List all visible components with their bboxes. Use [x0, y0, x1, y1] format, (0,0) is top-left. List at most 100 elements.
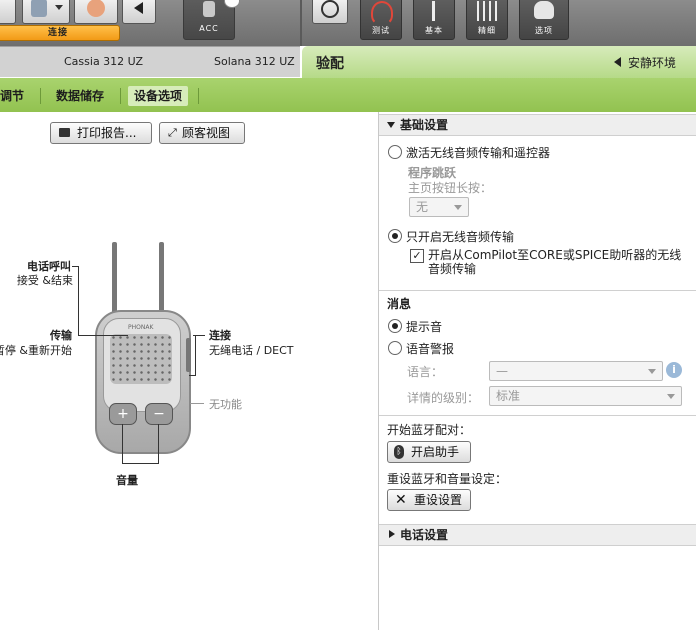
- callout-line: [195, 335, 196, 375]
- volume-label: 音量: [116, 474, 138, 487]
- mute-button[interactable]: [122, 0, 156, 24]
- bluetooth-icon: ᛒ: [394, 445, 404, 459]
- home-button-select[interactable]: 无: [409, 197, 469, 217]
- ear-mold-icon: [87, 0, 105, 17]
- phone-settings-title: 电话设置: [400, 528, 449, 542]
- left-device-name: Cassia 312 UZ: [64, 55, 144, 68]
- reset-settings-label: 重设设置: [414, 493, 463, 507]
- partial-toolbar-button[interactable]: [0, 0, 16, 24]
- divider: [379, 290, 696, 291]
- start-assistant-button[interactable]: ᛒ 开启助手: [387, 441, 471, 463]
- tab-divider: [198, 88, 199, 104]
- toolbar-divider: [300, 0, 302, 46]
- close-x-icon: ✕: [395, 492, 407, 508]
- info-icon[interactable]: i: [666, 362, 682, 378]
- speaker-icon: [614, 57, 621, 67]
- callout-line: [72, 266, 79, 267]
- activate-wireless-label: 激活无线音频传输和遥控器: [406, 146, 551, 160]
- tab-fine[interactable]: 精细: [466, 0, 508, 40]
- connect-title: 连接: [209, 329, 231, 342]
- tab-test-label: 测试: [372, 26, 390, 35]
- customer-view-button[interactable]: ⤢ 顾客视图: [159, 122, 245, 144]
- detail-level-value: 标准: [496, 389, 521, 403]
- tab-data-storage[interactable]: 数据储存: [56, 86, 104, 106]
- target-icon: [321, 0, 339, 18]
- language-value: —: [496, 364, 508, 378]
- dropdown-arrow-icon: [667, 394, 675, 399]
- radio-voice-alert[interactable]: [388, 341, 402, 355]
- environment-label[interactable]: 安静环境: [628, 54, 676, 71]
- connect-button[interactable]: 连接: [0, 25, 120, 41]
- right-device-name: Solana 312 UZ: [214, 55, 295, 68]
- speaker-grille: [110, 334, 172, 384]
- audio-transfer-label: 开启从ComPilot至CORE或SPICE助听器的无线音频传输: [428, 248, 682, 276]
- language-select[interactable]: —: [489, 361, 663, 381]
- tab-divider: [120, 88, 121, 104]
- speaker-icon: [134, 2, 143, 14]
- divider: [379, 415, 696, 416]
- customer-view-label: 顾客视图: [182, 126, 231, 140]
- hearing-aid-icon: [31, 0, 47, 17]
- ear-sound-icon: [371, 1, 393, 25]
- fitting-header: 验配 安静环境: [302, 46, 696, 78]
- side-button: [186, 338, 191, 372]
- callout-line: [190, 403, 204, 404]
- callout-line: [78, 266, 79, 336]
- hand-options-icon: [534, 1, 554, 19]
- compilot-diagram: PHONAK + − 电话呼叫 接受 &结束 传输 暂停 &重新开始 连接 无绳…: [0, 230, 378, 500]
- callout-line: [122, 463, 159, 464]
- dropdown-arrow-icon: [55, 5, 63, 10]
- voice-alert-label: 语音警报: [406, 342, 455, 356]
- no-function-label: 无功能: [209, 398, 242, 411]
- volume-down-button: −: [145, 403, 173, 425]
- tab-divider: [40, 88, 41, 104]
- multi-slider-icon: [477, 1, 497, 21]
- transfer-desc: 暂停 &重新开始: [0, 344, 72, 357]
- top-toolbar: 连接 ACC 测试 基本 精细 选项: [0, 0, 696, 46]
- tab-fine-label: 精细: [478, 26, 496, 35]
- tab-options[interactable]: 选项: [519, 0, 569, 40]
- print-report-label: 打印报告...: [77, 126, 137, 140]
- callout-line: [78, 335, 128, 336]
- home-button-label: 主页按钮长按：: [408, 181, 493, 195]
- messages-header: 消息: [387, 297, 412, 311]
- start-assistant-label: 开启助手: [411, 445, 460, 459]
- volume-up-button: +: [109, 403, 137, 425]
- bluetooth-pairing-label: 开始蓝牙配对：: [387, 423, 472, 437]
- single-slider-icon: [432, 1, 435, 21]
- radio-beep[interactable]: [388, 319, 402, 333]
- detail-level-select[interactable]: 标准: [489, 386, 682, 406]
- reset-settings-button[interactable]: ✕ 重设设置: [387, 489, 471, 511]
- target-button[interactable]: [312, 0, 348, 24]
- phone-settings-header[interactable]: 电话设置: [379, 524, 696, 546]
- home-button-value: 无: [416, 200, 429, 214]
- language-label: 语言：: [407, 365, 444, 379]
- tab-basic[interactable]: 基本: [413, 0, 455, 40]
- callout-line: [158, 424, 159, 464]
- phone-call-desc: 接受 &结束: [16, 274, 73, 287]
- tab-device-options[interactable]: 设备选项: [128, 86, 189, 106]
- tab-test[interactable]: 测试: [360, 0, 402, 40]
- basic-settings-header[interactable]: 基础设置: [379, 114, 696, 136]
- tab-adjust[interactable]: 调节: [0, 86, 24, 106]
- reset-bluetooth-label: 重设蓝牙和音量设定：: [387, 472, 508, 486]
- page-title: 验配: [316, 56, 344, 72]
- basic-settings-title: 基础设置: [400, 118, 449, 132]
- connect-label: 连接: [47, 28, 68, 38]
- radio-activate-wireless[interactable]: [388, 145, 402, 159]
- hearing-aid-button[interactable]: [22, 0, 70, 24]
- radio-only-audio[interactable]: [388, 229, 402, 243]
- dropdown-arrow-icon: [648, 369, 656, 374]
- printer-icon: [59, 128, 70, 137]
- tab-options-label: 选项: [535, 26, 553, 35]
- audio-transfer-checkbox[interactable]: ✓: [410, 249, 424, 263]
- detail-level-label: 详情的级别：: [407, 391, 480, 405]
- beep-label: 提示音: [406, 320, 443, 334]
- tab-basic-label: 基本: [425, 26, 443, 35]
- only-audio-label: 只开启无线音频传输: [406, 230, 515, 244]
- transfer-title: 传输: [50, 329, 72, 342]
- dropdown-arrow-icon: [454, 205, 462, 210]
- custom-ear-button[interactable]: [74, 0, 118, 24]
- sub-tab-bar: [0, 78, 696, 112]
- print-report-button[interactable]: 打印报告...: [50, 122, 152, 144]
